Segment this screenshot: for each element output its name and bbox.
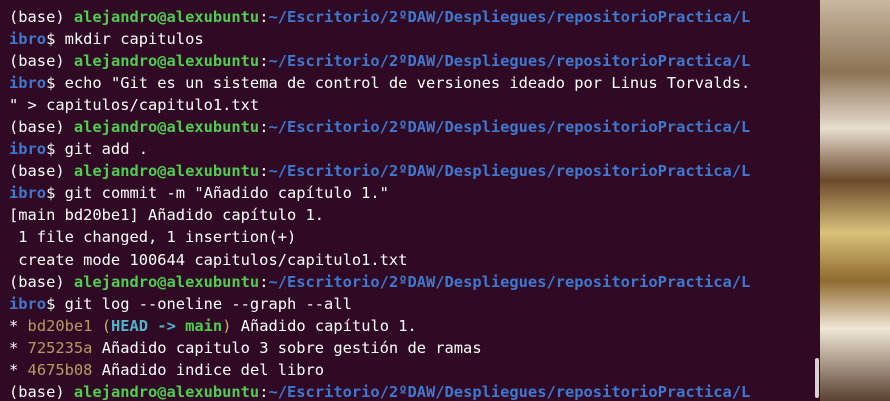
terminal-text-segment: (base)	[9, 162, 74, 181]
terminal-text-segment: 725235a	[27, 338, 93, 357]
terminal-window[interactable]: (base) alejandro@alexubuntu:~/Escritorio…	[0, 0, 820, 401]
terminal-text-segment: *	[9, 316, 28, 335]
terminal-text-segment: alejandro@alexubuntu	[73, 382, 260, 401]
terminal-text-segment: (base)	[9, 8, 74, 26]
terminal-line: (base) alejandro@alexubuntu:~/Escritorio…	[9, 271, 820, 293]
terminal-line: [main bd20be1] Añadido capítulo 1.	[9, 204, 820, 226]
desktop-wallpaper	[820, 0, 890, 401]
terminal-line: * 725235a Añadido capitulo 3 sobre gesti…	[9, 337, 820, 359]
terminal-text-segment: (base)	[9, 118, 74, 137]
terminal-text-segment: $ git commit -m "Añadido capítulo 1."	[46, 184, 389, 203]
terminal-text-segment: alejandro@alexubuntu	[73, 8, 260, 26]
terminal-text-segment: Añadido indice del libro	[92, 360, 325, 379]
terminal-text-segment: ibro	[9, 74, 47, 93]
terminal-text-segment: *	[9, 360, 28, 379]
terminal-text-segment: alejandro@alexubuntu	[73, 52, 260, 71]
terminal-text-segment: alejandro@alexubuntu	[73, 162, 260, 181]
terminal-line: create mode 100644 capitulos/capitulo1.t…	[9, 249, 820, 271]
terminal-text-segment: ~/Escritorio/2ºDAW/Despliegues/repositor…	[268, 8, 751, 26]
terminal-line: (base) alejandro@alexubuntu:~/Escritorio…	[9, 381, 820, 401]
terminal-text-segment: (	[92, 316, 111, 335]
terminal-line: * 4675b08 Añadido indice del libro	[9, 359, 820, 381]
terminal-text-segment: $ git add .	[46, 140, 149, 159]
terminal-line: (base) alejandro@alexubuntu:~/Escritorio…	[9, 116, 820, 138]
terminal-text-segment: (base)	[9, 52, 74, 71]
terminal-text-segment: $ git log --oneline --graph --all	[46, 294, 352, 313]
terminal-text-segment: *	[9, 338, 28, 357]
terminal-text-segment: ~/Escritorio/2ºDAW/Despliegues/repositor…	[268, 272, 751, 291]
terminal-line: ibro$ git add .	[9, 138, 820, 160]
terminal-text-segment: (base)	[9, 272, 74, 291]
terminal-text-segment: 4675b08	[27, 360, 93, 379]
terminal-text-segment: Añadido capitulo 3 sobre gestión de rama…	[92, 338, 482, 357]
terminal-text-segment: $ echo "Git es un sistema de control de …	[46, 74, 751, 93]
terminal-text-segment: alejandro@alexubuntu	[73, 118, 260, 137]
terminal-text-segment: " > capitulos/capitulo1.txt	[9, 96, 260, 115]
terminal-text-segment: ibro	[9, 30, 47, 49]
terminal-text-segment: ~/Escritorio/2ºDAW/Despliegues/repositor…	[268, 118, 751, 137]
terminal-line: * bd20be1 (HEAD -> main) Añadido capítul…	[9, 315, 820, 337]
terminal-text-segment: ibro	[9, 294, 47, 313]
terminal-text-segment: ibro	[9, 140, 47, 159]
terminal-text-segment: ~/Escritorio/2ºDAW/Despliegues/repositor…	[268, 382, 751, 401]
terminal-line: ibro$ git log --oneline --graph --all	[9, 293, 820, 315]
terminal-output[interactable]: (base) alejandro@alexubuntu:~/Escritorio…	[9, 6, 820, 401]
screen: (base) alejandro@alexubuntu:~/Escritorio…	[0, 0, 890, 401]
terminal-text-segment: bd20be1	[27, 316, 93, 335]
terminal-text-segment: ibro	[9, 184, 47, 203]
terminal-text-segment: ~/Escritorio/2ºDAW/Despliegues/repositor…	[268, 52, 751, 71]
terminal-line: (base) alejandro@alexubuntu:~/Escritorio…	[9, 6, 820, 28]
scrollbar-thumb[interactable]	[815, 358, 819, 398]
terminal-line: (base) alejandro@alexubuntu:~/Escritorio…	[9, 50, 820, 72]
terminal-text-segment: [main bd20be1] Añadido capítulo 1.	[9, 206, 325, 225]
terminal-line: " > capitulos/capitulo1.txt	[9, 94, 820, 116]
terminal-text-segment: HEAD ->	[110, 316, 186, 335]
terminal-line: ibro$ echo "Git es un sistema de control…	[9, 72, 820, 94]
terminal-line: ibro$ mkdir capitulos	[9, 28, 820, 50]
terminal-text-segment: ~/Escritorio/2ºDAW/Despliegues/repositor…	[268, 162, 751, 181]
terminal-text-segment: Añadido capítulo 1.	[231, 316, 417, 335]
terminal-text-segment: $ mkdir capitulos	[46, 30, 204, 49]
terminal-line: ibro$ git commit -m "Añadido capítulo 1.…	[9, 182, 820, 204]
terminal-text-segment: (base)	[9, 382, 74, 401]
terminal-line: (base) alejandro@alexubuntu:~/Escritorio…	[9, 160, 820, 182]
terminal-text-segment: main	[185, 316, 223, 335]
terminal-text-segment: alejandro@alexubuntu	[73, 272, 260, 291]
terminal-text-segment: create mode 100644 capitulos/capitulo1.t…	[9, 250, 408, 269]
terminal-text-segment: 1 file changed, 1 insertion(+)	[9, 228, 297, 247]
terminal-line: 1 file changed, 1 insertion(+)	[9, 226, 820, 248]
